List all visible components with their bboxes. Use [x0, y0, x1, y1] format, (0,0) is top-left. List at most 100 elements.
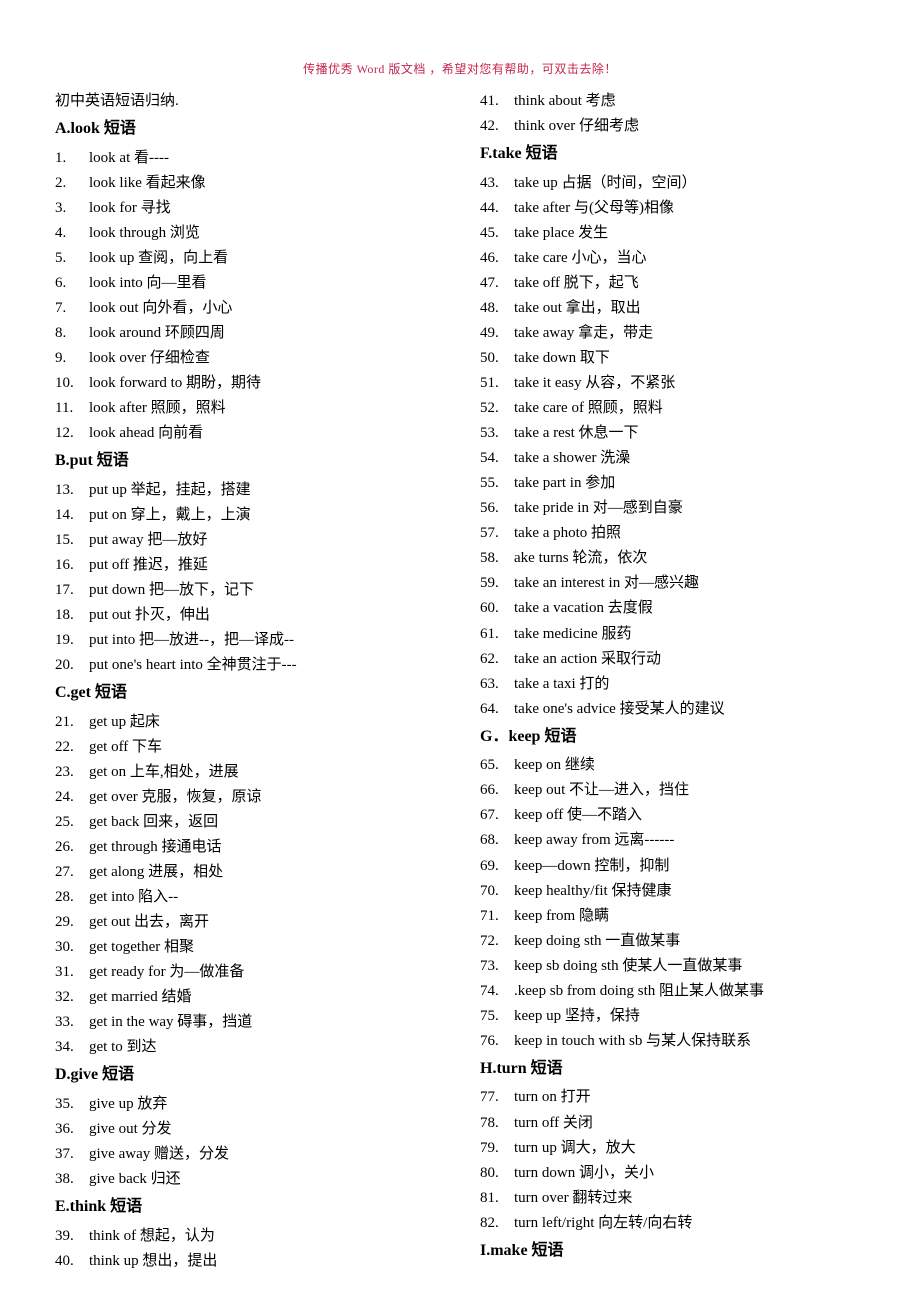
list-item: 37.give away 赠送，分发 — [55, 1142, 440, 1167]
list-item: 66.keep out 不让—进入，挡住 — [480, 778, 865, 803]
item-text: take part in 参加 — [514, 471, 865, 496]
item-text: take pride in 对—感到自豪 — [514, 496, 865, 521]
item-text: get out 出去，离开 — [89, 910, 440, 935]
list-item: 31.get ready for 为—做准备 — [55, 960, 440, 985]
item-text: keep from 隐瞒 — [514, 904, 865, 929]
item-number: 14. — [55, 503, 89, 528]
item-text: take an interest in 对—感兴趣 — [514, 571, 865, 596]
section-title: D.give 短语 — [55, 1062, 440, 1088]
list-item: 74..keep sb from doing sth 阻止某人做某事 — [480, 979, 865, 1004]
item-number: 61. — [480, 622, 514, 647]
list-item: 33.get in the way 碍事，挡道 — [55, 1010, 440, 1035]
item-number: 50. — [480, 346, 514, 371]
list-item: 9.look over 仔细检查 — [55, 346, 440, 371]
item-text: look through 浏览 — [89, 221, 440, 246]
item-number: 21. — [55, 710, 89, 735]
section-title: H.turn 短语 — [480, 1056, 865, 1082]
list-item: 42.think over 仔细考虑 — [480, 114, 865, 139]
list-item: 25.get back 回来，返回 — [55, 810, 440, 835]
left-column: 初中英语短语归纳. A.look 短语1.look at 看----2.look… — [55, 89, 440, 1274]
list-item: 13.put up 举起，挂起，搭建 — [55, 478, 440, 503]
item-text: look forward to 期盼，期待 — [89, 371, 440, 396]
list-item: 67.keep off 使—不踏入 — [480, 803, 865, 828]
list-item: 54.take a shower 洗澡 — [480, 446, 865, 471]
item-number: 66. — [480, 778, 514, 803]
item-text: look into 向—里看 — [89, 271, 440, 296]
item-number: 19. — [55, 628, 89, 653]
item-number: 69. — [480, 854, 514, 879]
item-number: 52. — [480, 396, 514, 421]
item-number: 80. — [480, 1161, 514, 1186]
item-number: 22. — [55, 735, 89, 760]
item-text: look over 仔细检查 — [89, 346, 440, 371]
item-text: turn on 打开 — [514, 1085, 865, 1110]
item-text: give up 放弃 — [89, 1092, 440, 1117]
list-item: 34.get to 到达 — [55, 1035, 440, 1060]
item-text: take place 发生 — [514, 221, 865, 246]
item-text: get together 相聚 — [89, 935, 440, 960]
item-number: 53. — [480, 421, 514, 446]
item-text: think over 仔细考虑 — [514, 114, 865, 139]
section-title: E.think 短语 — [55, 1194, 440, 1220]
item-text: get in the way 碍事，挡道 — [89, 1010, 440, 1035]
item-text: turn over 翻转过来 — [514, 1186, 865, 1211]
item-text: take a rest 休息一下 — [514, 421, 865, 446]
list-item: 72.keep doing sth 一直做某事 — [480, 929, 865, 954]
item-number: 7. — [55, 296, 89, 321]
list-item: 45.take place 发生 — [480, 221, 865, 246]
list-item: 29.get out 出去，离开 — [55, 910, 440, 935]
item-text: keep doing sth 一直做某事 — [514, 929, 865, 954]
item-text: look after 照顾，照料 — [89, 396, 440, 421]
section-title: I.make 短语 — [480, 1238, 865, 1264]
item-text: put out 扑灭，伸出 — [89, 603, 440, 628]
list-item: 15.put away 把—放好 — [55, 528, 440, 553]
item-number: 26. — [55, 835, 89, 860]
list-item: 5.look up 查阅，向上看 — [55, 246, 440, 271]
list-item: 11.look after 照顾，照料 — [55, 396, 440, 421]
item-number: 30. — [55, 935, 89, 960]
item-number: 60. — [480, 596, 514, 621]
item-number: 16. — [55, 553, 89, 578]
item-text: get along 进展，相处 — [89, 860, 440, 885]
item-text: look ahead 向前看 — [89, 421, 440, 446]
item-text: take care of 照顾，照料 — [514, 396, 865, 421]
item-text: give out 分发 — [89, 1117, 440, 1142]
item-text: get through 接通电话 — [89, 835, 440, 860]
list-item: 8.look around 环顾四周 — [55, 321, 440, 346]
list-item: 19.put into 把—放进--，把—译成-- — [55, 628, 440, 653]
list-item: 6.look into 向—里看 — [55, 271, 440, 296]
list-item: 59.take an interest in 对—感兴趣 — [480, 571, 865, 596]
item-text: look up 查阅，向上看 — [89, 246, 440, 271]
item-number: 28. — [55, 885, 89, 910]
document-title: 初中英语短语归纳. — [55, 89, 440, 110]
item-text: look out 向外看，小心 — [89, 296, 440, 321]
item-number: 41. — [480, 89, 514, 114]
item-text: look like 看起来像 — [89, 171, 440, 196]
list-item: 40.think up 想出，提出 — [55, 1249, 440, 1274]
list-item: 4.look through 浏览 — [55, 221, 440, 246]
item-text: put down 把—放下，记下 — [89, 578, 440, 603]
item-text: take an action 采取行动 — [514, 647, 865, 672]
item-text: keep out 不让—进入，挡住 — [514, 778, 865, 803]
item-number: 82. — [480, 1211, 514, 1236]
item-number: 17. — [55, 578, 89, 603]
item-number: 68. — [480, 828, 514, 853]
item-text: take it easy 从容，不紧张 — [514, 371, 865, 396]
list-item: 1.look at 看---- — [55, 146, 440, 171]
item-number: 6. — [55, 271, 89, 296]
item-number: 76. — [480, 1029, 514, 1054]
list-item: 58.ake turns 轮流，依次 — [480, 546, 865, 571]
item-number: 4. — [55, 221, 89, 246]
item-text: get back 回来，返回 — [89, 810, 440, 835]
item-number: 5. — [55, 246, 89, 271]
list-item: 63.take a taxi 打的 — [480, 672, 865, 697]
section-title: A.look 短语 — [55, 116, 440, 142]
list-item: 81.turn over 翻转过来 — [480, 1186, 865, 1211]
item-text: .keep sb from doing sth 阻止某人做某事 — [514, 979, 865, 1004]
list-item: 39.think of 想起，认为 — [55, 1224, 440, 1249]
item-text: take out 拿出，取出 — [514, 296, 865, 321]
item-text: take a taxi 打的 — [514, 672, 865, 697]
item-number: 9. — [55, 346, 89, 371]
right-column: 41.think about 考虑42.think over 仔细考虑F.tak… — [480, 89, 865, 1274]
list-item: 43.take up 占据（时间，空间） — [480, 171, 865, 196]
